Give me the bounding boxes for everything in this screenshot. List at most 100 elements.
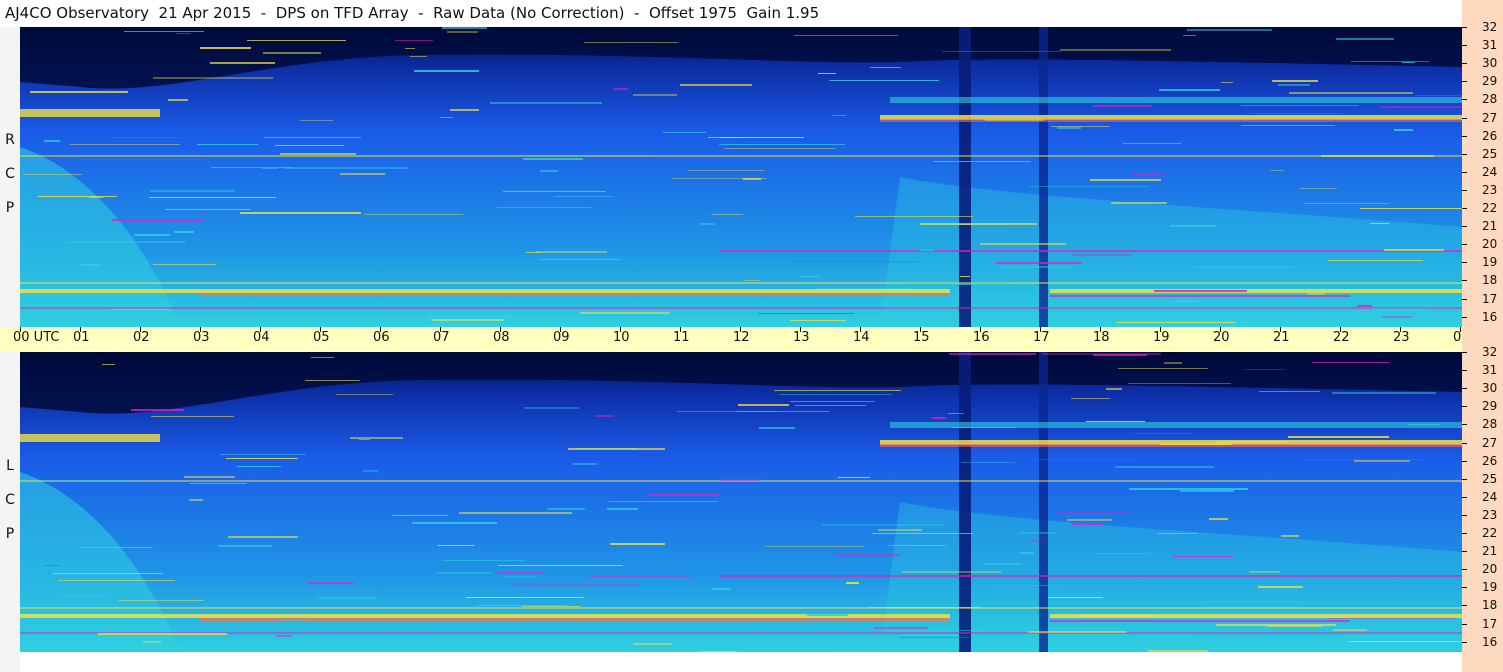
signal-streak: [220, 454, 306, 455]
signal-streak: [1090, 179, 1161, 181]
signal-streak: [410, 56, 427, 57]
signal-streak: [832, 115, 846, 116]
signal-streak: [948, 413, 964, 414]
signal-streak: [1333, 629, 1367, 631]
time-label: 14: [853, 330, 870, 345]
signal-streak: [1072, 523, 1103, 525]
signal-streak: [438, 545, 474, 546]
frequency-label: 18: [1482, 273, 1498, 288]
frequency-label: 27: [1482, 110, 1498, 125]
interference-band: [20, 289, 950, 293]
signal-streak: [153, 77, 273, 79]
interference-band: [1050, 289, 1462, 293]
signal-streak: [541, 259, 619, 260]
signal-streak: [838, 477, 870, 478]
signal-streak: [442, 560, 526, 561]
signal-streak: [1349, 641, 1461, 642]
signal-streak: [932, 417, 946, 419]
frequency-label: 22: [1482, 526, 1498, 540]
signal-streak: [878, 529, 922, 531]
signal-streak: [737, 411, 829, 412]
signal-streak: [426, 315, 513, 317]
signal-streak: [572, 463, 597, 465]
signal-streak: [440, 117, 453, 118]
signal-streak: [872, 533, 972, 534]
frequency-label: 29: [1482, 399, 1498, 414]
signal-streak: [477, 605, 567, 606]
signal-streak: [263, 52, 321, 54]
lcp-label: L C P: [2, 458, 18, 548]
signal-streak: [1159, 89, 1220, 91]
frequency-label: 19: [1482, 580, 1498, 595]
signal-streak: [942, 51, 1061, 52]
interference-band: [20, 434, 160, 442]
signal-streak: [607, 508, 638, 510]
time-label: 02: [133, 330, 150, 345]
signal-streak: [816, 288, 914, 289]
signal-streak: [62, 595, 107, 597]
signal-streak: [952, 427, 1017, 428]
signal-streak: [81, 264, 101, 266]
signal-streak: [340, 173, 385, 175]
signal-streak: [1258, 586, 1303, 588]
signal-streak: [1360, 208, 1462, 209]
signal-streak: [1001, 266, 1073, 268]
signal-streak: [1086, 421, 1145, 422]
signal-streak: [174, 231, 194, 233]
signal-streak: [513, 584, 638, 586]
interference-band: [880, 119, 1462, 122]
signal-streak: [1148, 650, 1208, 652]
signal-streak: [200, 47, 251, 49]
signal-streak: [1028, 631, 1126, 633]
signal-streak: [1332, 392, 1436, 394]
signal-streak: [1328, 260, 1423, 261]
signal-streak: [1304, 203, 1389, 204]
signal-streak: [395, 40, 433, 41]
interference-band: [720, 575, 1462, 577]
signal-streak: [800, 276, 820, 277]
time-axis-bar: [0, 327, 1462, 351]
signal-streak: [590, 576, 689, 577]
signal-streak: [110, 137, 183, 138]
signal-streak: [711, 214, 743, 215]
interference-band: [20, 155, 1462, 157]
signal-streak: [1139, 635, 1186, 637]
signal-streak: [1281, 535, 1299, 537]
signal-streak: [671, 178, 766, 179]
signal-streak: [67, 241, 186, 243]
signal-streak: [949, 353, 1036, 355]
frequency-label: 20: [1482, 237, 1498, 252]
signal-streak: [412, 522, 497, 524]
interference-band: [890, 97, 1462, 103]
signal-streak: [536, 251, 607, 253]
signal-streak: [1129, 488, 1248, 490]
signal-streak: [280, 153, 356, 155]
signal-streak: [210, 62, 275, 64]
signal-streak: [1415, 95, 1462, 96]
signal-streak: [791, 261, 918, 262]
signal-streak: [189, 499, 203, 501]
signal-streak: [1118, 368, 1208, 369]
signal-streak: [118, 600, 204, 601]
lcp-label-char: P: [5, 526, 15, 542]
signal-streak: [1131, 173, 1165, 175]
frequency-label: 26: [1482, 453, 1498, 468]
signal-streak: [1384, 249, 1444, 251]
signal-streak: [790, 320, 846, 321]
signal-streak: [1300, 188, 1337, 189]
signal-streak: [23, 174, 82, 175]
signal-streak: [124, 31, 204, 32]
signal-streak: [1116, 322, 1236, 323]
signal-streak: [610, 543, 665, 545]
signal-streak: [1194, 267, 1294, 268]
signal-streak: [102, 364, 115, 365]
signal-streak: [899, 283, 958, 285]
signal-streak: [933, 161, 1031, 162]
signal-streak: [1173, 556, 1233, 557]
signal-streak: [497, 207, 591, 208]
interference-band: [20, 109, 160, 117]
signal-streak: [41, 480, 140, 481]
signal-streak: [1307, 293, 1325, 295]
signal-streak: [540, 170, 558, 172]
signal-streak: [1216, 624, 1336, 626]
